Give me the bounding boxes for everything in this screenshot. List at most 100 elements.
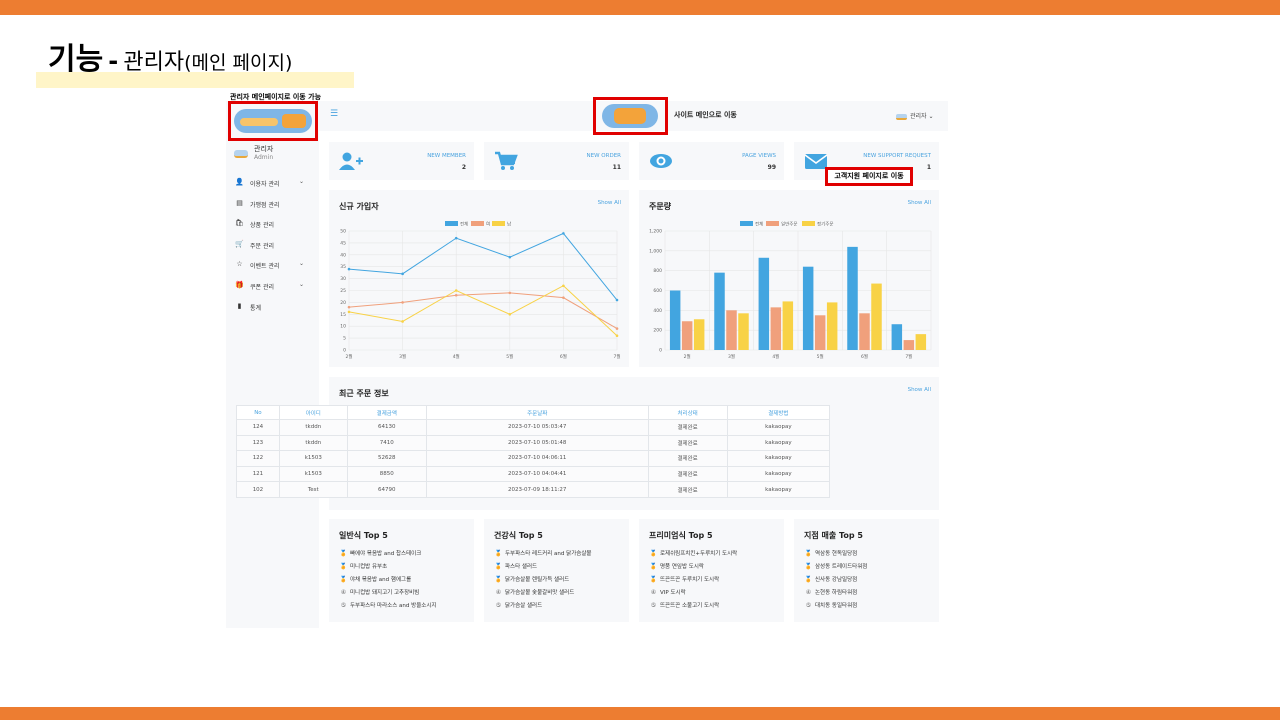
y-tick-label: 15: [340, 312, 346, 318]
x-tick-label: 6월: [560, 353, 567, 360]
list-item-label: 두부파스타 마라소스 and 방울소시지: [350, 603, 437, 609]
y-tick-label: 600: [653, 288, 662, 294]
table-header-cell: No: [236, 405, 280, 420]
sidebar-item-icon: 🎁: [235, 280, 244, 289]
x-tick-label: 7월: [905, 353, 912, 360]
sidebar-item[interactable]: ▤ 가맹점 관리: [235, 196, 311, 217]
table-cell: 결제완료: [647, 465, 728, 483]
list-item-label: 닭가슴살 샐러드: [505, 603, 543, 609]
top5-title: 프리미엄식 Top 5: [649, 531, 713, 540]
table-row[interactable]: 121 k1503 8850 2023-07-10 04:04:41 결제완료 kakao…: [236, 465, 831, 483]
stat-card-new-member[interactable]: NEW MEMBER 2: [329, 142, 474, 180]
rank-medal-icon: ④: [805, 589, 812, 596]
stat-label: NEW ORDER: [586, 153, 621, 159]
sidebar-item-label: 통계: [250, 304, 262, 312]
y-tick-label: 0: [343, 348, 346, 354]
hamburger-icon[interactable]: ☰: [330, 109, 338, 119]
legend-label: 여: [486, 221, 490, 228]
site-main-link[interactable]: 사이트 메인으로 이동: [674, 110, 737, 120]
y-tick-label: 5: [343, 336, 346, 342]
rank-medal-icon: ⑤: [805, 602, 812, 609]
table-cell: 2023-07-10 05:03:47: [425, 419, 649, 436]
legend-label: 전체: [755, 221, 763, 228]
list-item: ⑤ 두부파스타 마라소스 and 방울소시지: [339, 601, 437, 614]
rank-medal-icon: 🏅: [494, 550, 503, 557]
list-item-label: 대치동 동일타워점: [815, 603, 858, 609]
table-row[interactable]: 102 Test 64790 2023-07-09 18:11:27 결제완료 kakao…: [236, 481, 831, 498]
sidebar-menu: 👤 이용자 관리 ⌄ ▤ 가맹점 관리 🛍 상품 관리 🛒 주문 관리 ☆ 이벤트 관리 ⌄ 🎁 쿠폰 관…: [235, 175, 311, 319]
table-cell: 121: [236, 465, 280, 483]
y-tick-label: 20: [340, 300, 346, 306]
table-header-row: No 아이디 결제금액 주문날짜 처리상태 결제방법: [236, 405, 831, 420]
table-cell: Test: [278, 481, 348, 498]
table-row[interactable]: 122 k1503 52628 2023-07-10 04:06:11 결제완료 kaka…: [236, 450, 831, 467]
top5-panel-healthy: 건강식 Top 5 🏅 두부파스타 레드커리 and 닭가슴살볼 🏅 파스타 샐러드 🏅…: [484, 519, 629, 622]
data-point: [454, 236, 458, 240]
y-tick-label: 35: [340, 264, 346, 270]
bar: [891, 324, 903, 350]
legend-label: 일반주문: [781, 221, 798, 228]
admin-profile: 관리자 Admin: [234, 144, 314, 164]
recent-orders-show-all-link[interactable]: Show All: [908, 387, 931, 393]
y-tick-label: 45: [340, 240, 346, 246]
list-item: ④ 미니컵밥 돼지고기 고추장비빔: [339, 588, 436, 601]
admin-dropdown[interactable]: 관리자 ⌄: [896, 111, 934, 120]
y-tick-label: 1,000: [649, 248, 662, 254]
bar: [871, 283, 882, 350]
stat-value: 11: [612, 164, 621, 171]
legend-swatch: [802, 221, 815, 226]
bar: [814, 315, 826, 350]
bar: [669, 290, 681, 350]
bottom-accent-bar: [0, 707, 1280, 720]
sidebar-item[interactable]: 🛒 주문 관리: [235, 237, 311, 258]
y-tick-label: 30: [340, 276, 346, 282]
list-item: ⑤ 대치동 동일타워점: [804, 601, 867, 614]
x-tick-label: 6월: [861, 353, 868, 360]
table-row[interactable]: 124 tkddn 64130 2023-07-10 05:03:47 결제완료 kaka…: [236, 419, 831, 436]
bar: [915, 334, 927, 350]
profile-name: 관리자: [254, 145, 274, 153]
sidebar-item[interactable]: 🎁 쿠폰 관리 ⌄: [235, 278, 311, 299]
list-item: 🏅 닭가슴살볼 렌틸가득 샐러드: [494, 575, 591, 588]
sidebar-item-icon: 👤: [235, 178, 244, 186]
bar: [681, 321, 693, 350]
table-cell: kakaopay: [726, 450, 831, 467]
table-cell: 2023-07-10 05:01:48: [425, 434, 649, 452]
sidebar-item-icon: 🛍: [235, 219, 244, 228]
table-cell: kakaopay: [726, 481, 831, 498]
y-tick-label: 1,200: [649, 229, 662, 235]
table-cell: 7410: [346, 434, 427, 452]
table-cell: kakaopay: [726, 434, 831, 452]
table-cell: kakaopay: [726, 419, 831, 436]
x-tick-label: 2월: [345, 353, 352, 360]
bar: [693, 319, 705, 350]
table-cell: 124: [236, 419, 280, 436]
stat-card-page-views[interactable]: PAGE VIEWS 99: [639, 142, 784, 180]
sidebar-item[interactable]: 👤 이용자 관리 ⌄: [235, 175, 311, 196]
table-row[interactable]: 123 tkddn 7410 2023-07-10 05:01:48 결제완료 kakao…: [236, 434, 831, 452]
stat-card-new-order[interactable]: NEW ORDER 11: [484, 142, 629, 180]
top5-panel-branch-sales: 지점 매출 Top 5 🏅 역삼동 현독밀당점 🏅 삼성동 트레이드타워점 🏅 신사동 강…: [794, 519, 939, 622]
stat-value: 99: [767, 164, 776, 171]
stat-label: NEW MEMBER: [427, 153, 466, 159]
list-item-label: 명품 연잎밥 도시락: [660, 564, 704, 570]
rank-medal-icon: 🏅: [494, 576, 503, 583]
chevron-down-icon: ⌄: [299, 178, 305, 185]
rank-medal-icon: 🏅: [804, 550, 813, 557]
slide-title-dash: -: [108, 47, 119, 75]
top5-title: 건강식 Top 5: [494, 531, 543, 540]
sidebar-item[interactable]: ▮ 통계: [235, 299, 311, 320]
cart-icon: [495, 151, 518, 170]
top5-panel-general: 일반식 Top 5 🏅 빠에야 볶음밥 and 찹스테이크 🏅 미니컵밥 유부초 🏅 야채…: [329, 519, 474, 622]
data-point: [401, 320, 404, 323]
rank-medal-icon: 🏅: [649, 550, 658, 557]
support-page-callout: 고객지원 페이지로 이동: [825, 167, 913, 186]
sidebar-item[interactable]: 🛍 상품 관리: [235, 216, 311, 237]
list-item: 🏅 빠에야 볶음밥 and 찹스테이크: [339, 549, 436, 562]
table-cell: 2023-07-10 04:04:41: [425, 465, 649, 483]
sidebar-item[interactable]: ☆ 이벤트 관리 ⌄: [235, 257, 311, 278]
callout-site-logo: [593, 97, 668, 135]
bar: [826, 302, 838, 350]
bar: [847, 246, 858, 350]
list-item: 🏅 야채 볶음밥 and 햄에그롤: [339, 575, 436, 588]
